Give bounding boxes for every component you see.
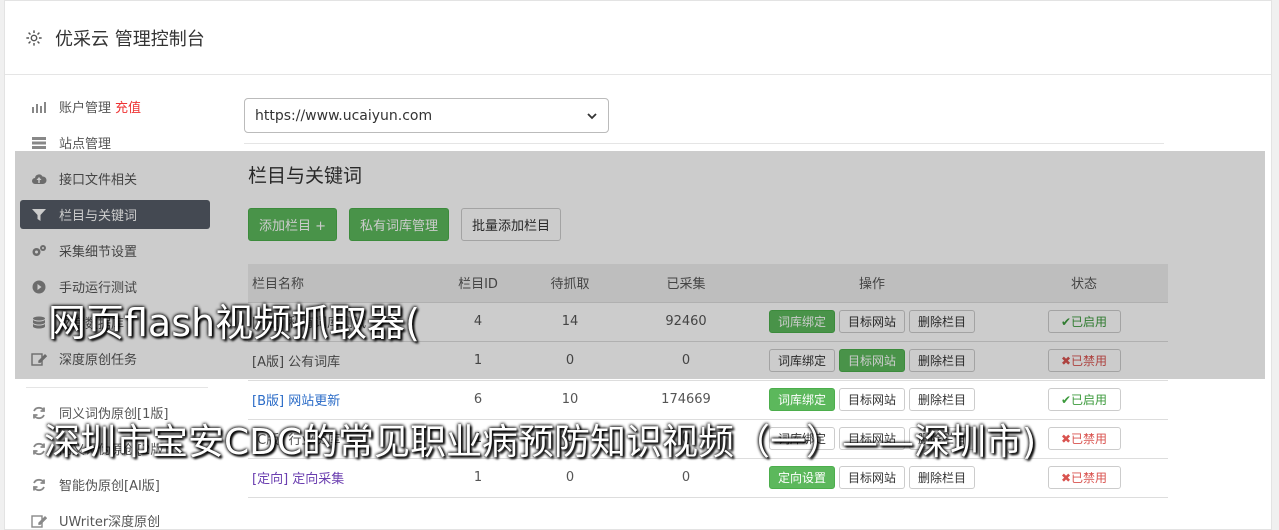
bind-lib-button[interactable]: 词库绑定 xyxy=(768,349,835,372)
x-icon: ✖ xyxy=(1060,353,1072,368)
status-label: 已启用 xyxy=(1071,393,1108,407)
gear-icon xyxy=(26,29,42,46)
directional-settings-button[interactable]: 定向设置 xyxy=(768,466,835,489)
recharge-link[interactable]: 充值 xyxy=(115,97,141,116)
sidebar-item-collect-settings[interactable]: 采集细节设置 xyxy=(20,236,210,265)
divider xyxy=(244,143,1164,144)
bind-lib-button[interactable]: 词库绑定 xyxy=(768,310,835,333)
sidebar-item-label: 站点管理 xyxy=(59,137,112,152)
delete-column-button[interactable]: 删除栏目 xyxy=(909,310,976,333)
sidebar-item-interface[interactable]: 接口文件相关 xyxy=(20,164,210,193)
section-title: 栏目与关键词 xyxy=(248,165,363,187)
col-header-pending: 待抓取 xyxy=(512,264,628,303)
x-icon: ✖ xyxy=(1060,470,1072,485)
col-header-collected: 已采集 xyxy=(628,264,744,303)
collected-count: 0 xyxy=(628,341,744,381)
add-column-button[interactable]: 添加栏目 + xyxy=(248,208,338,241)
status-toggle[interactable]: ✔ 已启用 xyxy=(1047,310,1121,333)
sidebar-item-ai-original[interactable]: 智能伪原创[AI版] xyxy=(20,470,210,499)
delete-column-button[interactable]: 删除栏目 xyxy=(909,466,976,489)
sidebar-item-columns[interactable]: 栏目与关键词 xyxy=(20,200,210,229)
target-site-button[interactable]: 目标网站 xyxy=(838,466,905,489)
bar-chart-icon xyxy=(32,101,46,113)
server-icon xyxy=(32,136,46,149)
site-select[interactable]: https://www.ucaiyun.com xyxy=(244,98,609,133)
column-name-link[interactable]: [A版] 公有词库 xyxy=(252,355,340,370)
sidebar-item-label: 采集细节设置 xyxy=(59,245,138,260)
sidebar-item-label: 智能伪原创[AI版] xyxy=(59,479,160,494)
x-icon: ✖ xyxy=(1060,431,1072,446)
target-site-button[interactable]: 目标网站 xyxy=(838,310,905,333)
check-icon: ✔ xyxy=(1060,314,1072,329)
pending-count[interactable]: 0 xyxy=(512,341,628,381)
sidebar-item-label: 接口文件相关 xyxy=(59,173,138,188)
sidebar-item-label: 栏目与关键词 xyxy=(59,209,138,224)
site-select-value: https://www.ucaiyun.com xyxy=(255,107,433,124)
check-icon: ✔ xyxy=(1060,392,1072,407)
sidebar-item-account[interactable]: 账户管理 充值 xyxy=(20,92,210,121)
filter-icon xyxy=(32,208,46,221)
target-site-button[interactable]: 目标网站 xyxy=(838,349,905,372)
sidebar-item-sites[interactable]: 站点管理 xyxy=(20,128,210,157)
play-circle-icon xyxy=(32,280,46,293)
caption-line-1: 网页flash视频抓取器( xyxy=(48,301,420,345)
status-label: 已禁用 xyxy=(1071,471,1108,485)
column-id: 4 xyxy=(444,302,512,342)
action-buttons: 添加栏目 + 私有词库管理 批量添加栏目 xyxy=(248,208,1164,241)
sidebar-item-deep-original[interactable]: 深度原创任务 xyxy=(20,344,210,373)
column-name-link[interactable]: [定向] 定向采集 xyxy=(252,472,344,487)
bind-lib-button[interactable]: 词库绑定 xyxy=(768,388,835,411)
status-toggle[interactable]: ✖ 已禁用 xyxy=(1047,349,1121,372)
batch-add-button[interactable]: 批量添加栏目 xyxy=(461,208,562,241)
col-header-id: 栏目ID xyxy=(444,264,512,303)
collected-count: 92460 xyxy=(628,302,744,342)
database-icon xyxy=(33,316,45,328)
cogs-icon xyxy=(32,244,46,256)
status-toggle[interactable]: ✖ 已禁用 xyxy=(1047,466,1121,489)
status-toggle[interactable]: ✖ 已禁用 xyxy=(1047,427,1121,450)
delete-column-button[interactable]: 删除栏目 xyxy=(909,388,976,411)
cloud-upload-icon xyxy=(32,173,47,184)
col-header-status: 状态 xyxy=(1000,264,1168,303)
sidebar-item-label: UWriter深度原创 xyxy=(59,515,161,530)
status-label: 已启用 xyxy=(1071,315,1108,329)
col-header-ops: 操作 xyxy=(744,264,1000,303)
status-label: 已禁用 xyxy=(1071,354,1108,368)
delete-column-button[interactable]: 删除栏目 xyxy=(909,349,976,372)
caption-line-2: 深圳市宝安CDC的常见职业病预防知识视频（一）——深圳市) xyxy=(44,422,1037,463)
sidebar-item-label: 账户管理 xyxy=(59,101,112,116)
status-toggle[interactable]: ✔ 已启用 xyxy=(1047,388,1121,411)
refresh-icon xyxy=(33,478,45,491)
column-name-link[interactable]: [B版] 网站更新 xyxy=(252,394,340,409)
private-lib-button[interactable]: 私有词库管理 xyxy=(349,208,450,241)
target-site-button[interactable]: 目标网站 xyxy=(838,388,905,411)
edit-icon xyxy=(31,514,47,528)
pending-count[interactable]: 14 xyxy=(512,302,628,342)
panel-header: 优采云 管理控制台 xyxy=(5,1,1271,75)
status-label: 已禁用 xyxy=(1071,432,1108,446)
column-id: 1 xyxy=(444,341,512,381)
sidebar-item-uwriter[interactable]: UWriter深度原创 xyxy=(20,506,210,530)
page-title: 优采云 管理控制台 xyxy=(55,28,205,50)
edit-icon xyxy=(31,352,47,366)
chevron-down-icon xyxy=(587,112,597,119)
sidebar-item-label: 深度原创任务 xyxy=(59,353,138,368)
sidebar-divider xyxy=(26,387,208,388)
